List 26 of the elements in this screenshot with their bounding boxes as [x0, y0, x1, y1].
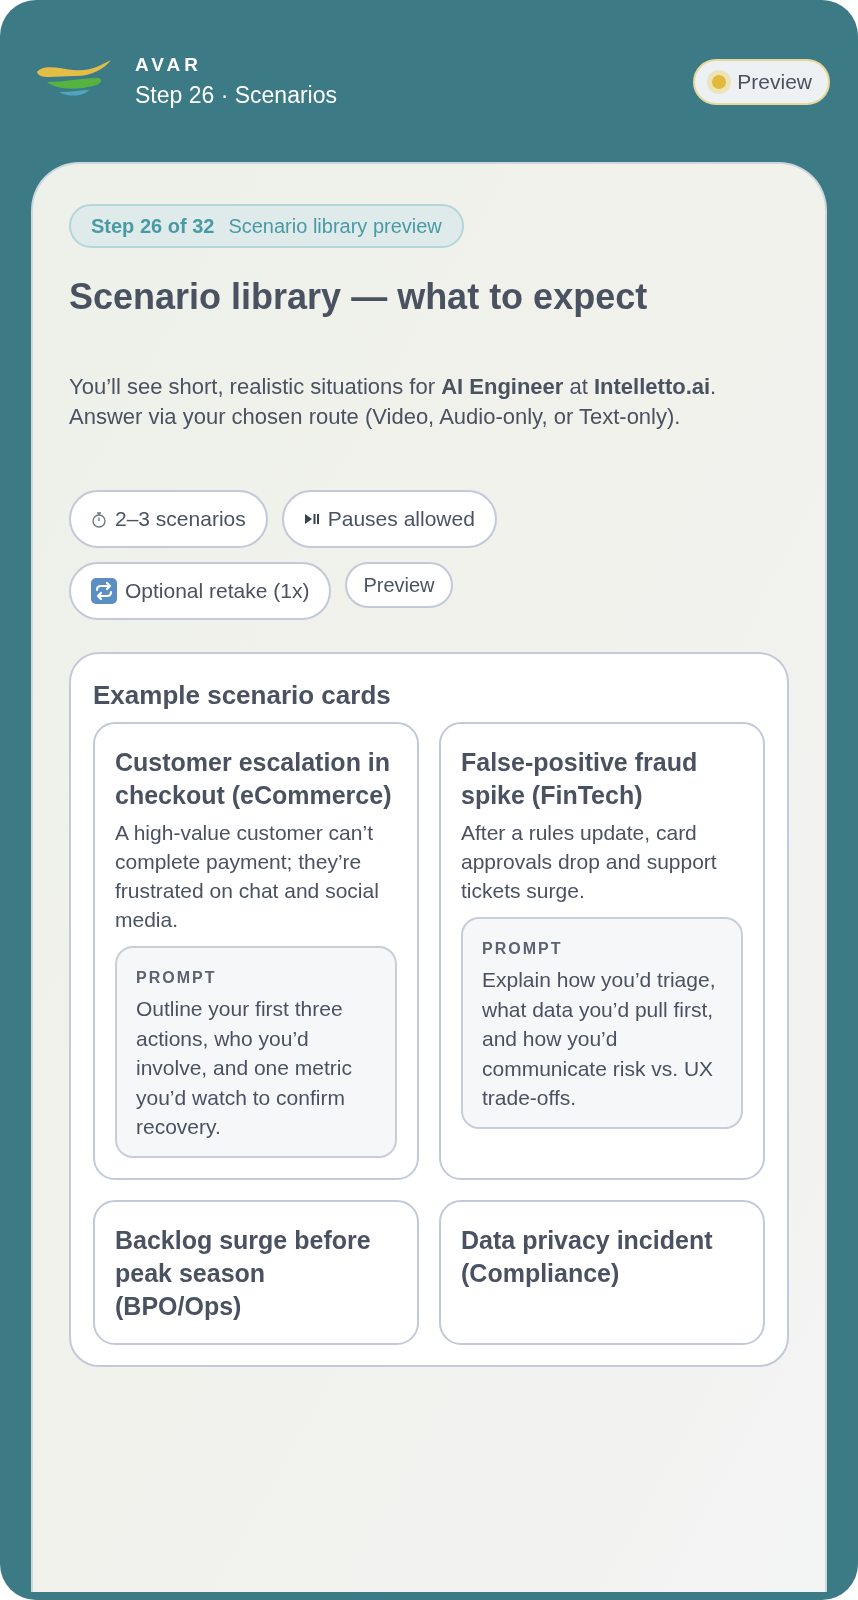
card-title: Customer escalation in checkout (eCommerce): [115, 747, 393, 811]
intro-text: You’ll see short, realistic situations for AI Engineer at Intelletto.ai. Answer via your chosen route (Video, Audio-only, or Text-only).: [69, 373, 718, 431]
page-title: Scenario library — what to expect: [69, 275, 649, 319]
status-dot-icon: [707, 70, 732, 94]
card-description: After a rules update, card approvals drop and support tickets surge.: [461, 820, 718, 904]
stopwatch-icon: [91, 510, 107, 528]
brand-name: AVAR: [135, 53, 204, 77]
prompt-label: PROMPT: [136, 968, 218, 988]
examples-heading: Example scenario cards: [93, 679, 392, 712]
step-counter: Step 26 of 32: [91, 214, 215, 239]
chip-label: Pauses allowed: [327, 506, 475, 533]
chip-label: Optional retake (1x): [125, 578, 310, 605]
play-pause-icon: [303, 513, 320, 525]
step-subtitle: Step 26 · Scenarios: [135, 81, 337, 110]
repeat-icon: [91, 578, 117, 604]
prompt-text: Explain how you’d triage, what data you’d pull first, and how you’d communicate risk vs. UX trade-offs.: [482, 967, 717, 1111]
prompt-text: Outline your first three actions, who you’d involve, and one metric you’d watch to confirm recovery.: [136, 996, 353, 1140]
step-label: Scenario library preview: [228, 214, 442, 239]
chip-label: 2–3 scenarios: [115, 506, 246, 533]
prompt-label: PROMPT: [482, 939, 564, 959]
card-title: False-positive fraud spike (FinTech): [461, 747, 699, 811]
card-title: Backlog surge before peak season (BPO/Ops): [115, 1224, 372, 1322]
card-title: Data privacy incident (Compliance): [461, 1224, 714, 1289]
chip-label: Preview: [363, 573, 435, 598]
status-label: Preview: [737, 69, 812, 96]
card-description: A high-value customer can’t complete payment; they’re frustrated on chat and social media.: [115, 820, 380, 933]
